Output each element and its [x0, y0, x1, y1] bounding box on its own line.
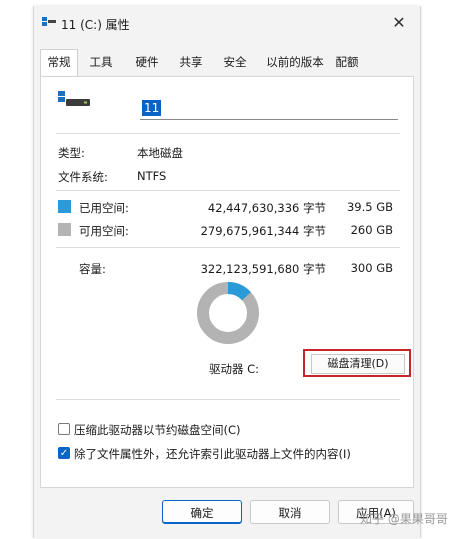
general-panel: 11 类型: 本地磁盘 文件系统: NTFS 已用空间: 42,447,630,…: [40, 76, 414, 488]
tab-hardware-label: 硬件: [135, 55, 159, 69]
free-space-size: 260 GB: [350, 223, 393, 237]
tab-previous-versions[interactable]: 以前的版本: [262, 50, 328, 75]
volume-name-value[interactable]: 11: [142, 100, 162, 116]
title-bar[interactable]: 11 (C:) 属性 ✕: [34, 6, 420, 42]
tab-previous-versions-label: 以前的版本: [266, 55, 324, 69]
tab-general-label: 常规: [47, 55, 71, 69]
used-space-size: 39.5 GB: [346, 200, 393, 214]
tab-tools[interactable]: 工具: [84, 50, 118, 75]
index-checkbox[interactable]: ✓: [58, 447, 70, 459]
tab-tools-label: 工具: [89, 55, 113, 69]
used-space-swatch: [58, 200, 71, 213]
divider: [56, 133, 400, 134]
drive-icon: [58, 91, 90, 106]
close-icon: ✕: [392, 13, 406, 32]
window-title: 11 (C:) 属性: [61, 18, 130, 32]
type-label: 类型:: [58, 146, 85, 160]
disk-cleanup-button[interactable]: 磁盘清理(D): [311, 354, 405, 374]
free-space-swatch: [58, 223, 71, 236]
drive-label: 驱动器 C:: [209, 362, 260, 376]
tab-security-label: 安全: [223, 55, 247, 69]
divider: [56, 247, 400, 248]
used-space-label: 已用空间:: [79, 201, 129, 215]
tab-sharing[interactable]: 共享: [174, 50, 208, 75]
tab-general[interactable]: 常规: [40, 49, 78, 77]
tab-hardware[interactable]: 硬件: [130, 50, 164, 75]
volume-name-input[interactable]: [140, 97, 398, 120]
compress-checkbox[interactable]: [58, 423, 70, 435]
divider: [56, 190, 400, 191]
free-space-bytes: 279,675,961,344 字节: [200, 224, 326, 238]
tab-sharing-label: 共享: [179, 55, 203, 69]
divider: [56, 399, 400, 400]
capacity-size: 300 GB: [350, 261, 393, 275]
usage-donut-chart: [197, 282, 259, 344]
tab-quota-label: 配额: [335, 55, 359, 69]
filesystem-label: 文件系统:: [58, 170, 108, 184]
checkmark-icon: ✓: [59, 448, 69, 459]
capacity-bytes: 322,123,591,680 字节: [200, 262, 326, 276]
tab-quota[interactable]: 配额: [330, 50, 364, 75]
close-button[interactable]: ✕: [388, 12, 410, 34]
drive-icon: [42, 17, 56, 26]
type-value: 本地磁盘: [137, 146, 183, 160]
free-space-label: 可用空间:: [79, 224, 129, 238]
used-space-bytes: 42,447,630,336 字节: [207, 201, 326, 215]
capacity-label: 容量:: [79, 262, 106, 276]
compress-label: 压缩此驱动器以节约磁盘空间(C): [74, 423, 241, 437]
watermark: 知乎 @果果哥哥: [360, 512, 448, 526]
ok-button[interactable]: 确定: [162, 500, 242, 524]
index-label: 除了文件属性外，还允许索引此驱动器上文件的内容(I): [74, 447, 351, 461]
filesystem-value: NTFS: [137, 169, 167, 183]
tab-security[interactable]: 安全: [218, 50, 252, 75]
disk-cleanup-highlight: 磁盘清理(D): [303, 349, 411, 377]
tab-strip: 常规 工具 硬件 共享 安全 以前的版本 配额: [40, 49, 410, 77]
properties-dialog: 11 (C:) 属性 ✕ 常规 工具 硬件 共享 安全 以前的版本 配额 11 …: [33, 6, 421, 538]
cancel-button[interactable]: 取消: [250, 500, 330, 524]
